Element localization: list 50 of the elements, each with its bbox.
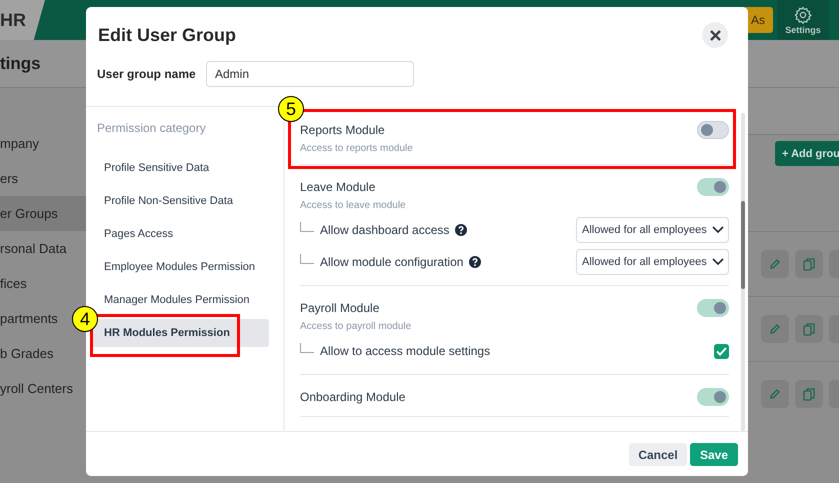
pencil-icon	[769, 323, 781, 335]
option-label: Allow module configuration	[320, 255, 464, 269]
close-button[interactable]	[702, 22, 728, 48]
toggle-switch[interactable]	[697, 121, 729, 139]
module-description: Access to payroll module	[300, 321, 412, 332]
edit-button[interactable]	[761, 250, 789, 278]
close-icon	[710, 30, 720, 40]
pencil-icon	[769, 258, 781, 270]
app-logo-text: HR	[0, 10, 26, 30]
copy-button[interactable]	[795, 315, 823, 343]
cancel-button[interactable]: Cancel	[629, 443, 687, 466]
module-title: Reports Module	[300, 123, 385, 137]
option-label: Allow to access module settings	[320, 344, 490, 358]
step-number: 4	[72, 306, 98, 332]
module-title: Onboarding Module	[300, 390, 406, 404]
checkbox[interactable]	[714, 344, 729, 358]
step-number: 5	[278, 96, 304, 122]
add-group-button[interactable]: + Add grou	[775, 141, 839, 166]
module-description: Access to reports module	[300, 143, 413, 154]
group-name-field[interactable]: Admin	[206, 61, 414, 87]
toggle-switch[interactable]	[697, 299, 729, 317]
page-title: tings	[0, 54, 41, 74]
chevron-down-icon	[712, 258, 724, 266]
access-dropdown[interactable]: Allowed for all employees	[576, 217, 729, 243]
edit-button[interactable]	[761, 380, 789, 408]
copy-icon	[803, 258, 815, 270]
access-dropdown[interactable]: Allowed for all employees	[576, 249, 729, 275]
copy-button[interactable]	[795, 250, 823, 278]
field-label: User group name	[97, 67, 197, 81]
edit-button[interactable]	[761, 315, 789, 343]
category-header: Permission category	[97, 121, 206, 135]
toggle-switch[interactable]	[697, 178, 729, 196]
module-title: Leave Module	[300, 180, 376, 194]
module-title: Payroll Module	[300, 301, 380, 315]
copy-button[interactable]	[795, 380, 823, 408]
scrollbar[interactable]	[741, 113, 745, 431]
copy-icon	[803, 322, 815, 336]
save-button[interactable]: Save	[690, 443, 738, 466]
option-label: Allow dashboard access	[320, 223, 450, 237]
category-item[interactable]: Employee Modules Permission	[90, 253, 269, 281]
chevron-down-icon	[712, 226, 724, 234]
category-item[interactable]: Profile Sensitive Data	[90, 154, 269, 182]
module-description: Access to leave module	[300, 200, 406, 211]
pencil-icon	[769, 388, 781, 400]
settings-icon	[794, 6, 812, 24]
toggle-switch[interactable]	[697, 388, 729, 406]
copy-icon	[803, 388, 815, 400]
dialog-title: Edit User Group	[98, 24, 236, 46]
category-item[interactable]: HR Modules Permission	[90, 319, 269, 347]
settings-button[interactable]: Settings	[777, 0, 829, 40]
